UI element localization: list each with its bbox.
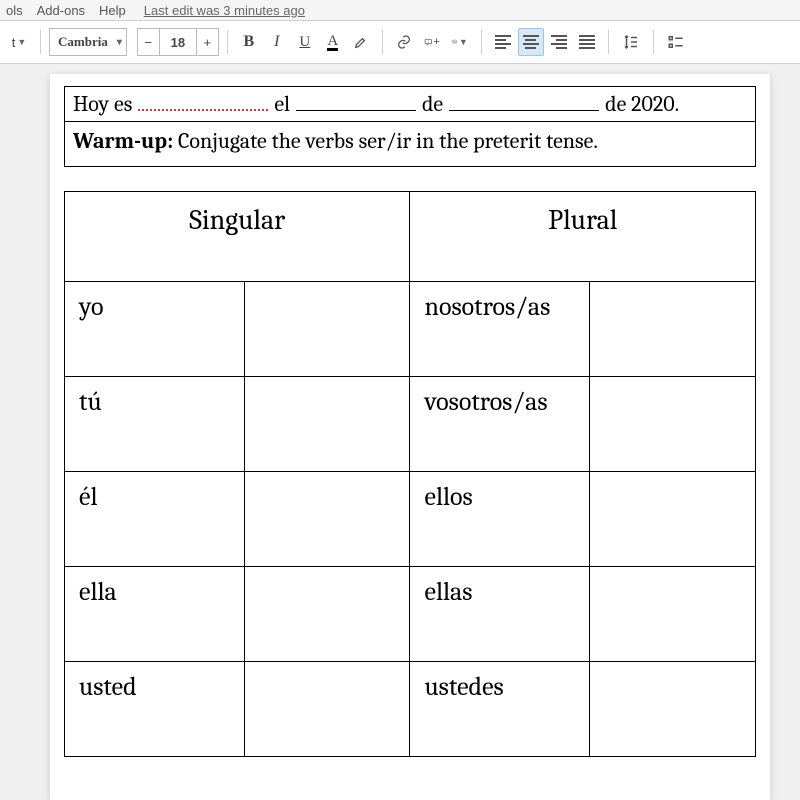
formatting-toolbar: t▼ Cambria − 18 + B I U A + ▼ (0, 20, 800, 64)
separator (40, 30, 41, 54)
table-row: ella ellas (65, 567, 756, 662)
menu-item-help[interactable]: Help (99, 3, 126, 18)
align-left-button[interactable] (490, 28, 516, 56)
checklist-button[interactable] (662, 28, 690, 56)
font-size-value[interactable]: 18 (160, 35, 196, 50)
insert-comment-button[interactable]: + (419, 28, 445, 56)
pronoun-cell: nosotros/as (410, 282, 590, 377)
table-row: yo nosotros/as (65, 282, 756, 377)
text-color-button[interactable]: A (320, 28, 346, 56)
underline-button[interactable]: U (292, 28, 318, 56)
answer-cell[interactable] (590, 567, 756, 662)
italic-button[interactable]: I (264, 28, 290, 56)
align-center-button[interactable] (518, 28, 544, 56)
image-icon (452, 39, 457, 44)
answer-cell[interactable] (244, 567, 410, 662)
line-spacing-button[interactable] (617, 28, 645, 56)
conjugation-table[interactable]: Singular Plural yo nosotros/as tú vosotr… (64, 191, 756, 757)
separator (653, 30, 654, 54)
font-size-decrease[interactable]: − (138, 29, 160, 55)
align-right-icon (551, 35, 567, 49)
line-spacing-icon (622, 33, 640, 51)
document-area[interactable]: Hoy es el de de 2020. Warm-up: Conjugate… (0, 64, 800, 800)
column-header-singular: Singular (65, 192, 410, 282)
separator (382, 30, 383, 54)
date-de1: de (422, 91, 443, 117)
table-row: usted ustedes (65, 662, 756, 757)
menu-item-tools[interactable]: ols (6, 3, 23, 18)
comment-icon (424, 38, 433, 47)
pronoun-cell: ustedes (410, 662, 590, 757)
answer-cell[interactable] (590, 377, 756, 472)
font-family-select[interactable]: Cambria (49, 28, 127, 56)
blank-day[interactable] (296, 91, 416, 111)
table-row: tú vosotros/as (65, 377, 756, 472)
date-de2020: de 2020. (605, 91, 679, 117)
document-page[interactable]: Hoy es el de de 2020. Warm-up: Conjugate… (50, 74, 770, 800)
warmup-label: Warm-up: (73, 128, 173, 154)
menubar: ols Add-ons Help Last edit was 3 minutes… (0, 0, 800, 20)
answer-cell[interactable] (244, 282, 410, 377)
pronoun-cell: usted (65, 662, 245, 757)
pronoun-cell: vosotros/as (410, 377, 590, 472)
align-center-icon (523, 35, 539, 49)
answer-cell[interactable] (590, 282, 756, 377)
checklist-icon (667, 33, 685, 51)
pronoun-cell: ellas (410, 567, 590, 662)
insert-link-button[interactable] (391, 28, 417, 56)
styles-dropdown[interactable]: t▼ (6, 28, 32, 56)
table-row: él ellos (65, 472, 756, 567)
warmup-instruction: Warm-up: Conjugate the verbs ser/ir in t… (65, 122, 755, 166)
date-fill-in-line[interactable]: Hoy es el de de 2020. (65, 87, 755, 122)
answer-cell[interactable] (590, 662, 756, 757)
pronoun-cell: yo (65, 282, 245, 377)
insert-image-button[interactable]: ▼ (447, 28, 473, 56)
menu-item-addons[interactable]: Add-ons (37, 3, 85, 18)
separator (227, 30, 228, 54)
date-el: el (274, 91, 290, 117)
font-size-increase[interactable]: + (196, 29, 218, 55)
align-justify-icon (579, 35, 595, 49)
last-edit-status[interactable]: Last edit was 3 minutes ago (144, 3, 305, 18)
blank-weekday[interactable] (138, 91, 268, 111)
bold-button[interactable]: B (236, 28, 262, 56)
answer-cell[interactable] (244, 662, 410, 757)
highlighter-icon (353, 34, 369, 50)
align-right-button[interactable] (546, 28, 572, 56)
warmup-text: Conjugate the verbs ser/ir in the preter… (173, 128, 598, 154)
pronoun-cell: él (65, 472, 245, 567)
highlight-button[interactable] (348, 28, 374, 56)
pronoun-cell: tú (65, 377, 245, 472)
separator (608, 30, 609, 54)
answer-cell[interactable] (590, 472, 756, 567)
answer-cell[interactable] (244, 472, 410, 567)
blank-month[interactable] (449, 91, 599, 111)
pronoun-cell: ellos (410, 472, 590, 567)
link-icon (396, 34, 412, 50)
date-prefix: Hoy es (73, 91, 132, 117)
align-left-icon (495, 35, 511, 49)
column-header-plural: Plural (410, 192, 756, 282)
align-justify-button[interactable] (574, 28, 600, 56)
pronoun-cell: ella (65, 567, 245, 662)
answer-cell[interactable] (244, 377, 410, 472)
header-box: Hoy es el de de 2020. Warm-up: Conjugate… (64, 86, 756, 167)
font-size-stepper[interactable]: − 18 + (137, 28, 219, 56)
separator (481, 30, 482, 54)
